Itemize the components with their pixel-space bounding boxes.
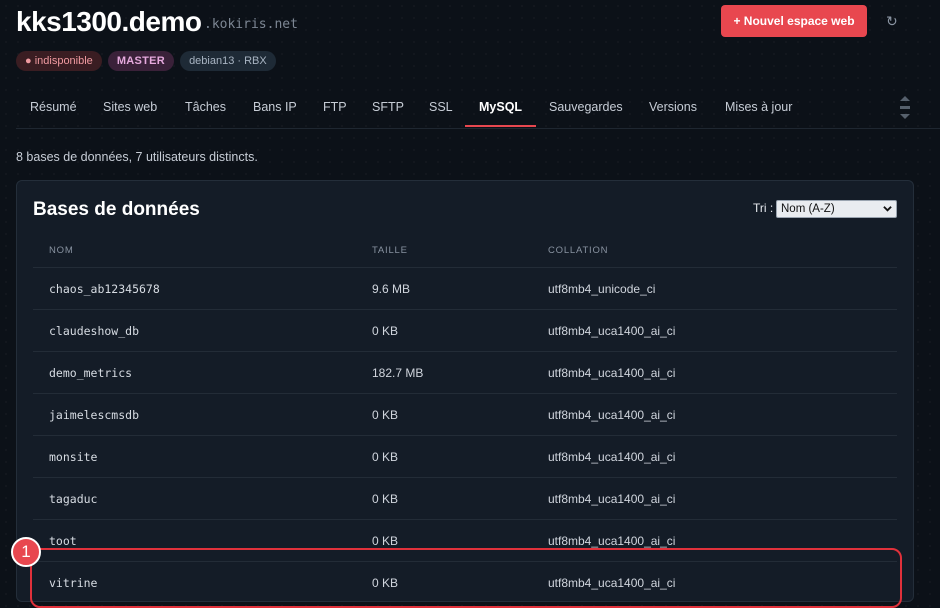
db-collation: utf8mb4_uca1400_ai_ci bbox=[548, 324, 676, 338]
db-collation: utf8mb4_uca1400_ai_ci bbox=[548, 450, 676, 464]
db-name: claudeshow_db bbox=[49, 324, 140, 338]
tab-bans-ip[interactable]: Bans IP bbox=[239, 88, 311, 127]
os-badge: debian13 · RBX bbox=[180, 51, 276, 71]
highlight-box bbox=[30, 548, 902, 608]
server-badges: ● indisponible MASTER debian13 · RBX bbox=[16, 51, 276, 71]
db-size: 0 KB bbox=[372, 492, 399, 506]
column-header-size: TAILLE bbox=[372, 245, 408, 256]
tab-bar: Résumé Sites web Tâches Bans IP FTP SFTP… bbox=[16, 88, 940, 129]
summary-text: 8 bases de données, 7 utilisateurs disti… bbox=[16, 150, 258, 164]
db-size: 9.6 MB bbox=[372, 282, 411, 296]
db-collation: utf8mb4_uca1400_ai_ci bbox=[548, 366, 676, 380]
server-domain: .kokiris.net bbox=[204, 17, 298, 32]
tab-resume[interactable]: Résumé bbox=[16, 88, 91, 127]
databases-panel: Bases de données Tri : Nom (A-Z) NOM TAI… bbox=[16, 180, 914, 602]
tab-taches[interactable]: Tâches bbox=[171, 88, 240, 127]
db-collation: utf8mb4_uca1400_ai_ci bbox=[548, 408, 676, 422]
table-row[interactable]: claudeshow_db 0 KB utf8mb4_uca1400_ai_ci bbox=[33, 309, 897, 351]
db-name: chaos_ab12345678 bbox=[49, 282, 160, 296]
tab-scroll-icon[interactable] bbox=[896, 93, 914, 123]
db-size: 0 KB bbox=[372, 408, 399, 422]
tab-versions[interactable]: Versions bbox=[635, 88, 711, 127]
db-name: tagaduc bbox=[49, 492, 98, 506]
new-webspace-button[interactable]: + Nouvel espace web bbox=[721, 5, 867, 37]
table-row[interactable]: monsite 0 KB utf8mb4_uca1400_ai_ci bbox=[33, 435, 897, 477]
column-header-collation: COLLATION bbox=[548, 245, 609, 256]
tab-mysql[interactable]: MySQL bbox=[465, 88, 537, 127]
table-row[interactable]: jaimelescmsdb 0 KB utf8mb4_uca1400_ai_ci bbox=[33, 393, 897, 435]
table-row[interactable]: demo_metrics 182.7 MB utf8mb4_uca1400_ai… bbox=[33, 351, 897, 393]
column-header-name: NOM bbox=[49, 245, 74, 256]
role-badge: MASTER bbox=[107, 51, 175, 71]
db-collation: utf8mb4_uca1400_ai_ci bbox=[548, 492, 676, 506]
db-size: 0 KB bbox=[372, 450, 399, 464]
tab-ssl[interactable]: SSL bbox=[415, 88, 467, 127]
panel-title: Bases de données bbox=[33, 199, 200, 220]
tab-sites-web[interactable]: Sites web bbox=[89, 88, 171, 127]
db-size: 0 KB bbox=[372, 534, 399, 548]
db-name: toot bbox=[49, 534, 77, 548]
db-size: 182.7 MB bbox=[372, 366, 424, 380]
db-collation: utf8mb4_uca1400_ai_ci bbox=[548, 534, 676, 548]
chevron-down-icon bbox=[883, 206, 892, 212]
tab-mises-a-jour[interactable]: Mises à jour bbox=[711, 88, 806, 127]
annotation-marker: 1 bbox=[11, 537, 41, 567]
page-header: kks1300.demo .kokiris.net + Nouvel espac… bbox=[16, 4, 940, 44]
sort-select[interactable]: Nom (A-Z) bbox=[776, 200, 897, 218]
tab-sftp[interactable]: SFTP bbox=[358, 88, 418, 127]
tab-ftp[interactable]: FTP bbox=[309, 88, 361, 127]
status-badge: ● indisponible bbox=[16, 51, 102, 71]
refresh-icon[interactable]: ↻ bbox=[886, 13, 898, 30]
sort-value: Nom (A-Z) bbox=[781, 203, 835, 215]
db-name: jaimelescmsdb bbox=[49, 408, 140, 422]
table-row[interactable]: chaos_ab12345678 9.6 MB utf8mb4_unicode_… bbox=[33, 267, 897, 309]
sort-label: Tri : bbox=[753, 201, 774, 215]
db-name: monsite bbox=[49, 450, 98, 464]
tab-sauvegardes[interactable]: Sauvegardes bbox=[535, 88, 637, 127]
db-size: 0 KB bbox=[372, 324, 399, 338]
server-hostname: kks1300.demo bbox=[16, 6, 202, 37]
db-collation: utf8mb4_unicode_ci bbox=[548, 282, 656, 296]
db-name: demo_metrics bbox=[49, 366, 133, 380]
table-row[interactable]: tagaduc 0 KB utf8mb4_uca1400_ai_ci bbox=[33, 477, 897, 519]
